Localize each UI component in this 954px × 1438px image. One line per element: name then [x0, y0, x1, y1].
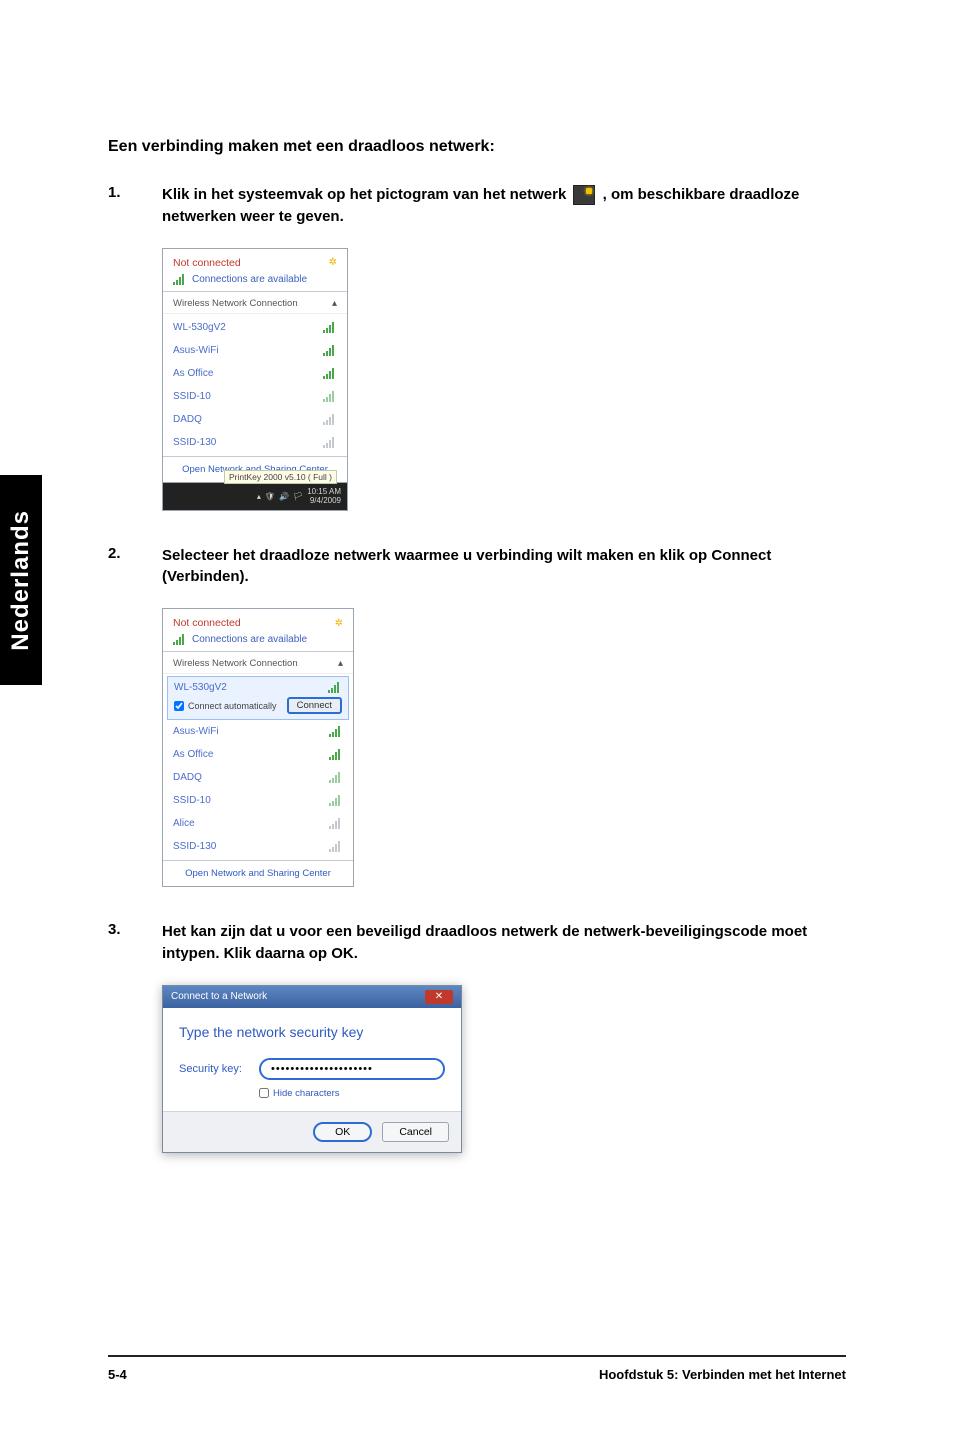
open-sharing-center-link[interactable]: Open Network and Sharing Center [163, 860, 353, 886]
network-list: WL-530gV2 Connect automatically Connect … [163, 674, 353, 860]
network-item[interactable]: As Office [163, 362, 347, 385]
signal-icon [323, 322, 337, 333]
network-tray-icon [573, 185, 595, 205]
dialog-heading: Type the network security key [179, 1024, 445, 1040]
refresh-icon[interactable]: ✲ [329, 257, 337, 268]
ok-button[interactable]: OK [313, 1122, 372, 1142]
figure-2: Not connected ✲ Connections are available… [162, 608, 846, 887]
popup-subtitle: Connections are available [192, 274, 307, 285]
signal-icon [329, 772, 343, 783]
chevron-up-icon[interactable]: ▴ [332, 298, 337, 309]
tray-icon[interactable]: 🏳 [293, 492, 303, 501]
connect-auto-checkbox[interactable]: Connect automatically [174, 701, 277, 711]
step-3: 3. Het kan zijn dat u voor een beveiligd… [108, 921, 846, 965]
network-popup: Not connected ✲ Connections are available… [162, 248, 348, 483]
figure-1: Not connected ✲ Connections are available… [162, 248, 846, 511]
step-1-pre: Klik in het systeemvak op het pictogram … [162, 186, 570, 203]
refresh-icon[interactable]: ✲ [335, 618, 343, 629]
network-item[interactable]: Asus-WiFi [163, 339, 347, 362]
step-number: 3. [108, 921, 122, 965]
network-list: WL-530gV2 Asus-WiFi As Office SSID-10 DA… [163, 314, 347, 456]
signal-icon [329, 749, 343, 760]
page-footer: 5-4 Hoofdstuk 5: Verbinden met het Inter… [108, 1355, 846, 1382]
signal-icon [173, 634, 187, 645]
step-text: Het kan zijn dat u voor een beveiligd dr… [162, 921, 846, 965]
language-side-tab: Nederlands [0, 475, 42, 685]
chapter-title: Hoofdstuk 5: Verbinden met het Internet [599, 1367, 846, 1382]
network-item[interactable]: As Office [163, 743, 353, 766]
security-key-dialog: Connect to a Network ✕ Type the network … [162, 985, 462, 1153]
popup-title: Not connected [173, 617, 241, 629]
system-tray: PrintKey 2000 v5.10 ( Full ) ▴ 🛡 🔊 🏳 10:… [162, 483, 348, 511]
tray-icon[interactable]: 🔊 [279, 492, 289, 501]
network-item[interactable]: DADQ [163, 766, 353, 789]
signal-icon [329, 726, 343, 737]
tray-clock[interactable]: 10:15 AM9/4/2009 [307, 487, 341, 505]
step-number: 1. [108, 184, 122, 228]
connect-button[interactable]: Connect [287, 697, 342, 714]
chevron-up-icon[interactable]: ▴ [338, 658, 343, 669]
figure-3: Connect to a Network ✕ Type the network … [162, 985, 846, 1153]
signal-icon [323, 437, 337, 448]
network-item[interactable]: Asus-WiFi [163, 720, 353, 743]
step-number: 2. [108, 545, 122, 589]
network-item[interactable]: SSID-10 [163, 789, 353, 812]
signal-icon [323, 391, 337, 402]
network-popup-connect: Not connected ✲ Connections are available… [162, 608, 354, 887]
popup-subtitle: Connections are available [192, 634, 307, 645]
network-item[interactable]: SSID-130 [163, 431, 347, 454]
hide-characters-checkbox[interactable]: Hide characters [259, 1088, 445, 1099]
group-header: Wireless Network Connection [173, 298, 298, 309]
step-2: 2. Selecteer het draadloze netwerk waarm… [108, 545, 846, 589]
language-label: Nederlands [7, 510, 35, 651]
security-key-input[interactable]: ••••••••••••••••••••• [259, 1058, 445, 1080]
network-item[interactable]: Alice [163, 812, 353, 835]
tray-icon[interactable]: ▴ [257, 492, 261, 501]
step-text: Klik in het systeemvak op het pictogram … [162, 184, 846, 228]
tray-tooltip: PrintKey 2000 v5.10 ( Full ) [224, 470, 337, 484]
signal-icon [323, 345, 337, 356]
dialog-window-title: Connect to a Network [171, 991, 267, 1002]
signal-icon [328, 682, 342, 693]
group-header: Wireless Network Connection [173, 658, 298, 669]
signal-icon [323, 368, 337, 379]
close-icon[interactable]: ✕ [425, 990, 453, 1004]
signal-icon [329, 795, 343, 806]
tray-icon[interactable]: 🛡 [265, 492, 275, 501]
step-1: 1. Klik in het systeemvak op het pictogr… [108, 184, 846, 228]
signal-icon [329, 841, 343, 852]
signal-icon [173, 274, 187, 285]
signal-icon [329, 818, 343, 829]
network-item[interactable]: SSID-10 [163, 385, 347, 408]
network-item[interactable]: WL-530gV2 [163, 316, 347, 339]
signal-icon [323, 414, 337, 425]
network-item-selected[interactable]: WL-530gV2 Connect automatically Connect [167, 676, 349, 720]
network-item[interactable]: DADQ [163, 408, 347, 431]
step-text: Selecteer het draadloze netwerk waarmee … [162, 545, 846, 589]
popup-title: Not connected [173, 257, 241, 269]
page-number: 5-4 [108, 1367, 127, 1382]
security-key-label: Security key: [179, 1063, 249, 1075]
network-item[interactable]: SSID-130 [163, 835, 353, 858]
cancel-button[interactable]: Cancel [382, 1122, 449, 1142]
section-heading: Een verbinding maken met een draadloos n… [108, 138, 846, 156]
